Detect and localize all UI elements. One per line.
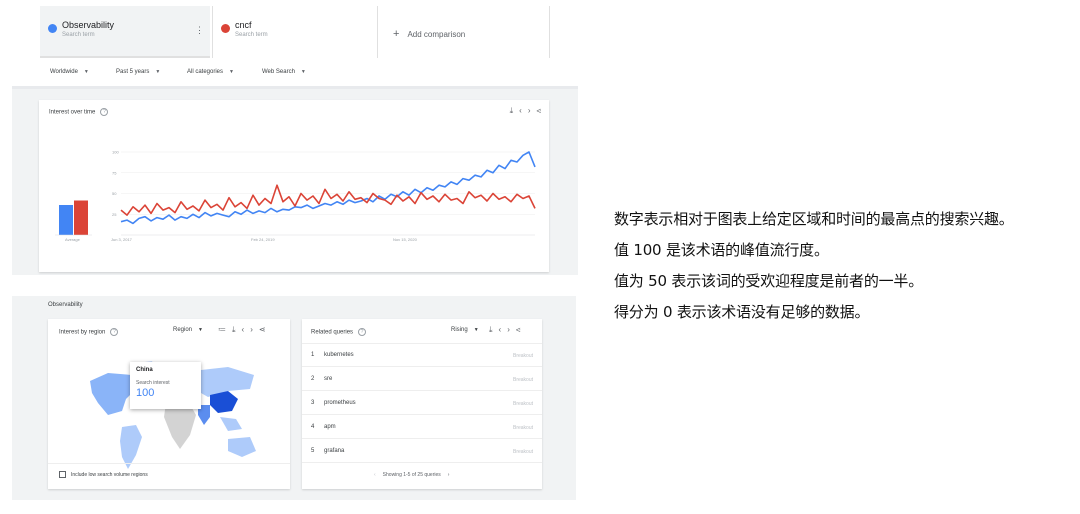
dropdown-arrow-icon: ▼ — [83, 69, 89, 75]
help-icon[interactable]: ? — [110, 328, 119, 336]
card-title: Interest by region — [59, 329, 106, 336]
series-line-observability — [120, 151, 536, 225]
query-row[interactable]: 5 grafana Breakout — [302, 439, 542, 463]
share-icon[interactable]: ⋖ — [259, 325, 272, 334]
search-terms-bar: Observability Search term ⋮ cncf Search … — [12, 6, 578, 58]
add-comparison-label: Add comparison — [407, 30, 466, 39]
checkbox-label: Include low search volume regions — [71, 471, 148, 478]
query-text: sre — [324, 376, 333, 382]
dropdown-arrow-icon: ▼ — [155, 69, 161, 75]
add-comparison-button[interactable]: + Add comparison — [379, 6, 550, 58]
card-tools: ≔⤓‹›⋖ — [218, 325, 272, 335]
x-tick-label: Feb 24, 2019 — [251, 237, 275, 242]
term-name: Observability — [62, 20, 115, 30]
observability-color-dot — [48, 24, 57, 33]
breakout-badge: Breakout — [512, 353, 533, 359]
explanation-line: 数字表示相对于图表上给定区域和时间的最高点的搜索兴趣。 — [614, 210, 1014, 228]
region-dropdown[interactable]: Region ▼ — [173, 327, 203, 333]
y-axis-labels: 100 75 50 25 — [112, 150, 119, 217]
query-rank: 5 — [311, 448, 315, 454]
rising-dropdown[interactable]: Rising ▼ — [451, 327, 479, 333]
dropdown-arrow-icon: ▼ — [473, 327, 479, 333]
query-rank: 2 — [311, 376, 315, 382]
query-text: grafana — [324, 448, 345, 454]
query-text: kubernetes — [324, 352, 354, 358]
section-label: Observability — [48, 302, 83, 308]
x-axis-labels: Jun 3, 2017 Feb 24, 2019 Nov 15, 2020 — [111, 237, 418, 242]
checkbox[interactable] — [59, 471, 66, 478]
tooltip-label: Search interest — [136, 380, 170, 386]
term-name: cncf — [235, 20, 252, 30]
cncf-color-dot — [221, 24, 230, 33]
series-line-cncf — [120, 184, 536, 216]
average-bar-cncf — [74, 200, 88, 235]
explanation-text: 数字表示相对于图表上给定区域和时间的最高点的搜索兴趣。 值 100 是该术语的峰… — [614, 204, 1074, 328]
region-australia[interactable] — [228, 437, 256, 457]
query-row[interactable]: 1 kubernetes Breakout — [302, 343, 542, 367]
region-tooltip: China Search interest 100 — [130, 362, 201, 409]
interest-over-time-chart: Average 100 75 50 25 Jun 3, 2017 Feb 24,… — [55, 150, 536, 242]
average-label: Average — [65, 237, 81, 242]
divider — [48, 463, 290, 464]
related-queries-card: Related queries? Rising ▼ ⤓‹›⋖ 1 kubernete… — [302, 319, 542, 489]
explanation-line: 得分为 0 表示该术语没有足够的数据。 — [614, 303, 870, 321]
filter-bar: Worldwide ▼ Past 5 years ▼ All categories ▼… — [40, 64, 578, 82]
filter-time[interactable]: Past 5 years ▼ — [116, 69, 160, 75]
y-tick-label: 75 — [112, 170, 117, 175]
term-type: Search term — [235, 32, 268, 38]
dropdown-arrow-icon: ▼ — [300, 69, 306, 75]
term-card-observability[interactable]: Observability Search term ⋮ — [40, 6, 210, 58]
y-tick-label: 100 — [112, 150, 119, 155]
list-view-icon[interactable]: ≔ — [218, 325, 232, 334]
interest-over-time-card: Interest over time? ⤓‹›⋖ Average 100 75 … — [39, 100, 549, 272]
interest-by-region-card: Interest by region? Region ▼ ≔⤓‹›⋖ China … — [48, 319, 290, 489]
query-rank: 1 — [311, 352, 315, 358]
query-text: apm — [324, 424, 336, 430]
query-row[interactable]: 3 prometheus Breakout — [302, 391, 542, 415]
embed-icon[interactable]: ‹› — [499, 325, 516, 334]
term-type: Search term — [62, 32, 95, 38]
y-tick-label: 50 — [112, 191, 117, 196]
filter-location[interactable]: Worldwide ▼ — [50, 69, 89, 75]
x-tick-label: Nov 15, 2020 — [393, 237, 418, 242]
average-bar-observability — [59, 205, 73, 235]
card-tools: ⤓‹›⋖ — [489, 325, 526, 335]
y-tick-label: 25 — [112, 212, 117, 217]
plus-icon: + — [393, 28, 400, 40]
region-southeast-asia[interactable] — [220, 417, 242, 431]
query-row[interactable]: 4 apm Breakout — [302, 415, 542, 439]
next-page-icon[interactable]: › — [448, 472, 450, 478]
region-china[interactable] — [210, 391, 238, 413]
term-card-cncf[interactable]: cncf Search term — [212, 6, 378, 58]
query-text: prometheus — [324, 400, 356, 406]
filter-search-type[interactable]: Web Search ▼ — [262, 69, 306, 75]
explanation-line: 值为 50 表示该词的受欢迎程度是前者的一半。 — [614, 272, 924, 290]
help-icon[interactable]: ? — [358, 328, 367, 336]
share-icon[interactable]: ⋖ — [516, 325, 527, 334]
card-title: Related queries — [311, 329, 354, 336]
pagination-label: Showing 1-5 of 25 queries — [382, 472, 441, 478]
x-tick-label: Jun 3, 2017 — [111, 237, 133, 242]
breakout-badge: Breakout — [512, 377, 533, 383]
embed-icon[interactable]: ‹› — [242, 325, 259, 334]
dropdown-arrow-icon: ▼ — [229, 69, 234, 75]
breakout-badge: Breakout — [512, 449, 533, 455]
breakout-badge: Breakout — [512, 425, 533, 431]
tooltip-value: 100 — [136, 387, 155, 399]
download-icon[interactable]: ⤓ — [489, 325, 499, 334]
query-row[interactable]: 2 sre Breakout — [302, 367, 542, 391]
pagination: ‹ Showing 1-5 of 25 queries › — [374, 472, 449, 478]
breakout-badge: Breakout — [512, 401, 533, 407]
more-vert-icon[interactable]: ⋮ — [195, 26, 204, 35]
prev-page-icon[interactable]: ‹ — [374, 472, 376, 478]
explanation-line: 值 100 是该术语的峰值流行度。 — [614, 241, 829, 259]
filter-category[interactable]: All categories ▼ — [187, 69, 234, 75]
dropdown-arrow-icon: ▼ — [198, 327, 203, 333]
query-rank: 4 — [311, 424, 315, 430]
download-icon[interactable]: ⤓ — [232, 325, 242, 334]
low-volume-checkbox-row[interactable]: Include low search volume regions — [59, 471, 148, 478]
tooltip-country: China — [136, 367, 153, 373]
query-rank: 3 — [311, 400, 315, 406]
